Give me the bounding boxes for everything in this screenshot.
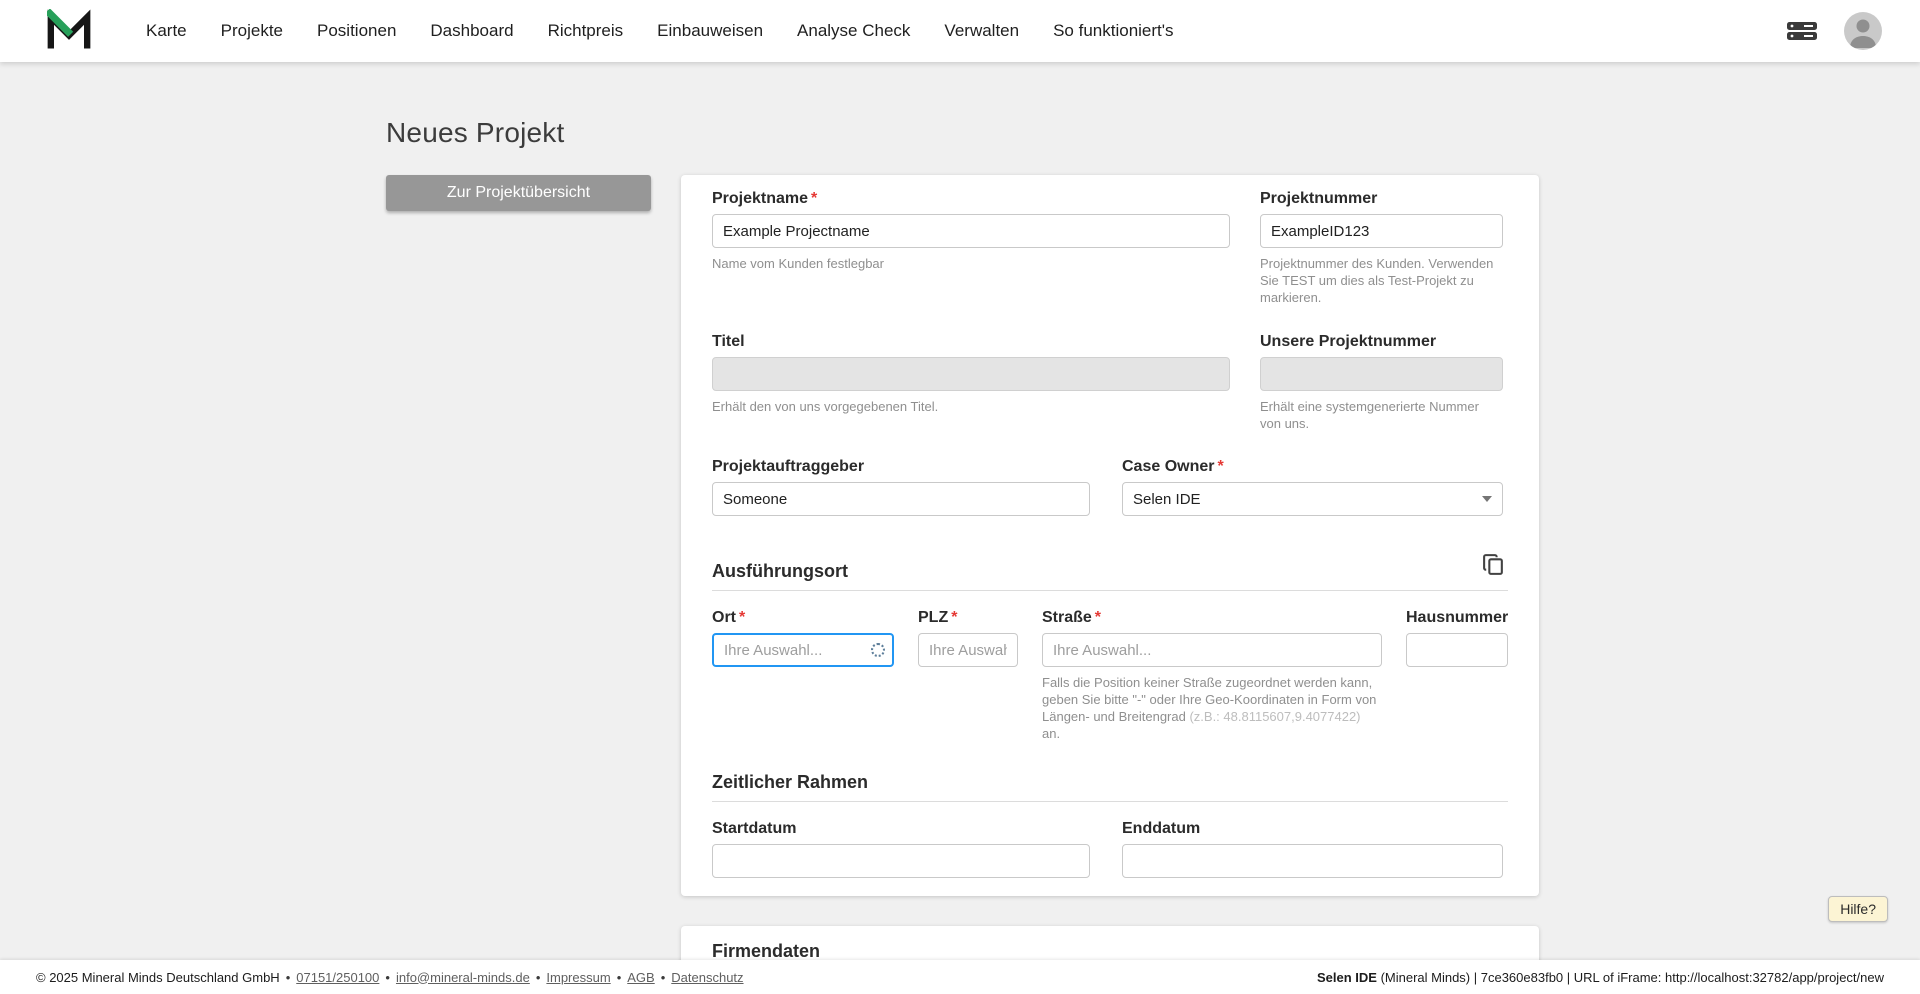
brand-logo[interactable] bbox=[44, 7, 91, 54]
firmendaten-heading: Firmendaten bbox=[712, 941, 821, 961]
field-strasse: Straße* Falls die Position keiner Straße… bbox=[1042, 609, 1382, 742]
unsere-projektnummer-label: Unsere Projektnummer bbox=[1260, 333, 1437, 350]
enddatum-input[interactable] bbox=[1122, 844, 1503, 878]
field-case-owner: Case Owner * Selen IDE bbox=[1122, 458, 1503, 516]
footer-copyright: © 2025 Mineral Minds Deutschland GmbH bbox=[36, 969, 280, 985]
projektname-helper: Name vom Kunden festlegbar bbox=[712, 256, 884, 271]
strasse-helper: Falls die Position keiner Straße zugeord… bbox=[1042, 675, 1377, 741]
server-icon[interactable] bbox=[1786, 20, 1818, 42]
required-asterisk: * bbox=[811, 190, 818, 207]
zeitlicher-rahmen-heading: Zeitlicher Rahmen bbox=[712, 772, 869, 792]
field-hausnummer: Hausnummer bbox=[1406, 609, 1509, 742]
project-form-card: Projektname* Name vom Kunden festlegbar … bbox=[681, 175, 1540, 896]
footer-session-details: (Mineral Minds) | 7ce360e83fb0 | URL of … bbox=[1376, 969, 1884, 985]
footer-datenschutz-link[interactable]: Datenschutz bbox=[671, 970, 743, 985]
nav-item-karte[interactable]: Karte bbox=[146, 21, 187, 41]
person-icon bbox=[1850, 19, 1876, 48]
right-column: Projektname* Name vom Kunden festlegbar … bbox=[681, 175, 1540, 994]
projektauftraggeber-label: Projektauftraggeber bbox=[712, 458, 865, 475]
footer-left: © 2025 Mineral Minds Deutschland GmbH • … bbox=[36, 969, 744, 985]
loading-spinner bbox=[871, 643, 885, 657]
case-owner-label: Case Owner * bbox=[1122, 458, 1224, 475]
startdatum-label: Startdatum bbox=[712, 820, 797, 837]
projektname-label: Projektname * bbox=[712, 190, 818, 207]
projektnummer-input[interactable] bbox=[1260, 214, 1503, 248]
hausnummer-input[interactable] bbox=[1406, 633, 1509, 667]
plz-label: PLZ * bbox=[918, 609, 958, 626]
field-startdatum: Startdatum bbox=[712, 820, 1090, 878]
logo-icon bbox=[44, 7, 91, 54]
titel-label: Titel bbox=[712, 333, 745, 350]
hilfe-button[interactable]: Hilfe? bbox=[1828, 896, 1888, 922]
footer-session-info: Selen IDE (Mineral Minds) | 7ce360e83fb0… bbox=[1317, 970, 1884, 985]
field-projektname: Projektname* Name vom Kunden festlegbar bbox=[712, 190, 1230, 306]
copy-location-button[interactable] bbox=[1479, 550, 1508, 582]
nav-item-dashboard[interactable]: Dashboard bbox=[430, 21, 513, 41]
main-content: Neues Projekt Zur Projektübersicht Proje… bbox=[386, 62, 1540, 994]
strasse-input[interactable] bbox=[1042, 633, 1382, 667]
nav-item-richtpreis[interactable]: Richtpreis bbox=[548, 21, 624, 41]
zur-projektuebersicht-button[interactable]: Zur Projektübersicht bbox=[386, 175, 651, 211]
navbar-right bbox=[1786, 12, 1882, 50]
nav-item-analyse-check[interactable]: Analyse Check bbox=[797, 21, 910, 41]
plz-input[interactable] bbox=[918, 633, 1018, 667]
nav-item-verwalten[interactable]: Verwalten bbox=[944, 21, 1019, 41]
chevron-down-icon bbox=[1482, 496, 1492, 502]
nav-item-so-funktionierts[interactable]: So funktioniert's bbox=[1053, 21, 1173, 41]
field-projektnummer: Projektnummer Projektnummer des Kunden. … bbox=[1260, 190, 1503, 306]
hausnummer-label: Hausnummer bbox=[1406, 609, 1509, 626]
footer-impressum-link[interactable]: Impressum bbox=[546, 970, 610, 985]
main-nav: Karte Projekte Positionen Dashboard Rich… bbox=[146, 21, 1208, 41]
app-viewport: Karte Projekte Positionen Dashboard Rich… bbox=[0, 0, 1920, 994]
required-asterisk: * bbox=[1217, 458, 1224, 475]
unsere-projektnummer-input bbox=[1260, 357, 1503, 391]
projektname-input[interactable] bbox=[712, 214, 1230, 248]
unsere-projektnummer-helper: Erhält eine systemgenerierte Nummer von … bbox=[1260, 399, 1479, 431]
footer-user-name: Selen IDE bbox=[1316, 969, 1377, 985]
field-unsere-projektnummer: Unsere Projektnummer Erhält eine systemg… bbox=[1260, 333, 1503, 432]
ausfuehrungsort-section-head: Ausführungsort bbox=[712, 550, 1509, 591]
field-titel: Titel Erhält den von uns vorgegebenen Ti… bbox=[712, 333, 1230, 432]
left-column: Zur Projektübersicht bbox=[386, 175, 651, 211]
field-projektauftraggeber: Projektauftraggeber bbox=[712, 458, 1090, 516]
user-avatar[interactable] bbox=[1844, 12, 1882, 50]
startdatum-input[interactable] bbox=[712, 844, 1090, 878]
copy-icon bbox=[1483, 554, 1504, 575]
field-plz: PLZ * bbox=[918, 609, 1018, 742]
required-asterisk: * bbox=[951, 609, 958, 626]
required-asterisk: * bbox=[739, 609, 746, 626]
nav-item-projekte[interactable]: Projekte bbox=[221, 21, 283, 41]
ausfuehrungsort-heading: Ausführungsort bbox=[712, 561, 848, 581]
projektauftraggeber-input[interactable] bbox=[712, 482, 1090, 516]
titel-helper: Erhält den von uns vorgegebenen Titel. bbox=[712, 399, 939, 414]
titel-input bbox=[712, 357, 1230, 391]
zeitlicher-rahmen-section-head: Zeitlicher Rahmen bbox=[712, 772, 1509, 802]
projektnummer-label: Projektnummer bbox=[1260, 190, 1378, 207]
strasse-label: Straße * bbox=[1042, 609, 1102, 626]
footer: © 2025 Mineral Minds Deutschland GmbH • … bbox=[0, 960, 1920, 994]
footer-phone-link[interactable]: 07151/250100 bbox=[296, 970, 379, 985]
nav-item-positionen[interactable]: Positionen bbox=[317, 21, 396, 41]
projektnummer-helper: Projektnummer des Kunden. Verwenden Sie … bbox=[1260, 256, 1494, 305]
top-navbar: Karte Projekte Positionen Dashboard Rich… bbox=[0, 0, 1920, 62]
footer-email-link[interactable]: info@mineral-minds.de bbox=[396, 970, 530, 985]
ort-label: Ort * bbox=[712, 609, 746, 626]
nav-item-einbauweisen[interactable]: Einbauweisen bbox=[657, 21, 763, 41]
footer-agb-link[interactable]: AGB bbox=[627, 970, 654, 985]
page-title: Neues Projekt bbox=[386, 117, 565, 148]
field-enddatum: Enddatum bbox=[1122, 820, 1503, 878]
enddatum-label: Enddatum bbox=[1122, 820, 1201, 837]
required-asterisk: * bbox=[1094, 609, 1102, 626]
ort-input[interactable] bbox=[712, 633, 894, 667]
case-owner-value: Selen IDE bbox=[1133, 490, 1201, 508]
field-ort: Ort * bbox=[712, 609, 894, 742]
case-owner-select[interactable]: Selen IDE bbox=[1122, 482, 1503, 516]
